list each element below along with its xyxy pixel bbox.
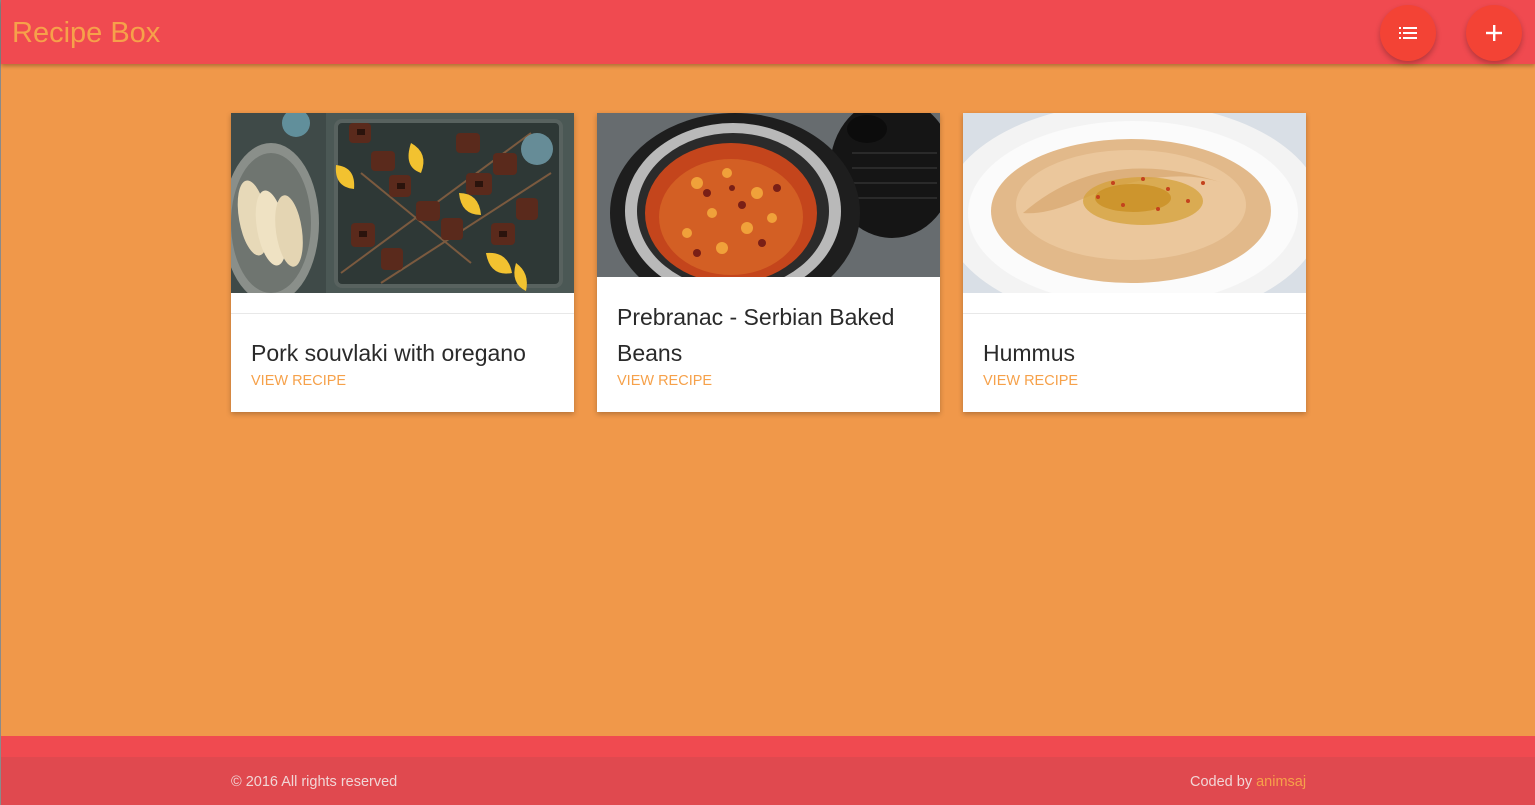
app-header: Recipe Box — [1, 0, 1535, 64]
plus-icon — [1486, 25, 1502, 41]
add-recipe-button[interactable] — [1466, 5, 1522, 61]
recipe-card: Pork souvlaki with oregano VIEW RECIPE — [231, 113, 574, 412]
view-recipe-link[interactable]: VIEW RECIPE — [983, 372, 1078, 390]
view-recipe-link[interactable]: VIEW RECIPE — [617, 372, 712, 390]
coded-by-label: Coded by — [1190, 774, 1257, 790]
author-link[interactable]: animsaj — [1256, 774, 1306, 790]
list-icon — [1399, 27, 1417, 39]
baked-beans-photo — [597, 113, 940, 277]
view-recipe-link[interactable]: VIEW RECIPE — [251, 372, 346, 390]
footer: © 2016 All rights reserved Coded by anim… — [1, 757, 1535, 805]
recipe-title: Pork souvlaki with oregano — [251, 340, 526, 366]
footer-band — [1, 736, 1535, 757]
recipe-card: Hummus VIEW RECIPE — [963, 113, 1306, 412]
copyright-text: © 2016 All rights reserved — [231, 774, 398, 790]
recipe-card: Prebranac - Serbian Baked Beans VIEW REC… — [597, 113, 940, 412]
recipe-title: Prebranac - Serbian Baked Beans — [617, 304, 895, 366]
recipe-title: Hummus — [983, 340, 1076, 366]
card-divider — [963, 313, 1306, 314]
pork-souvlaki-photo — [231, 113, 574, 293]
hummus-photo — [963, 113, 1306, 293]
recipe-list-button[interactable] — [1380, 5, 1436, 61]
card-divider — [231, 313, 574, 314]
coded-by-text: Coded by animsaj — [1190, 773, 1306, 791]
app-title: Recipe Box — [12, 17, 161, 49]
